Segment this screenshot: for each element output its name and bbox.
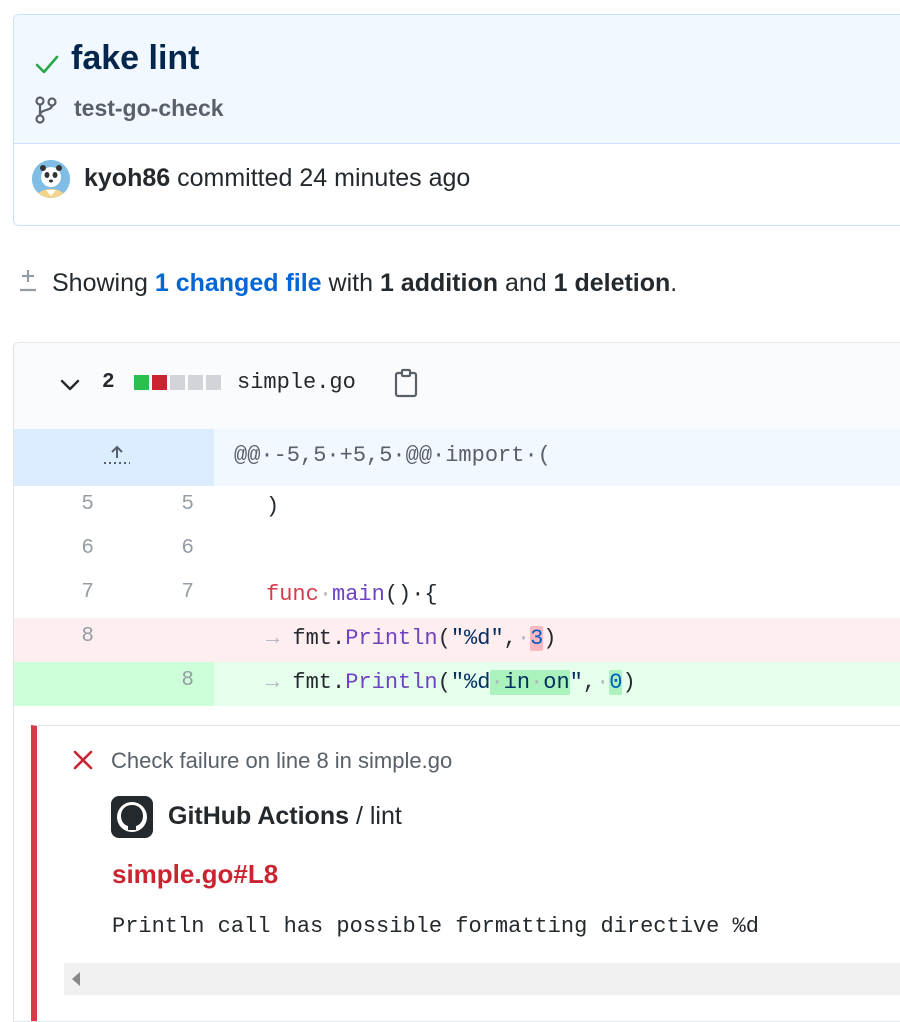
diffstat-count: 2 bbox=[102, 371, 115, 394]
diffstat-block bbox=[188, 375, 203, 390]
git-branch-icon bbox=[35, 96, 57, 124]
commit-header: fake lint test-go-check kyoh86 committed… bbox=[13, 14, 900, 226]
chevron-down-icon[interactable] bbox=[58, 373, 82, 397]
hunk-header: @@·-5,5·+5,5·@@·import·( bbox=[234, 443, 551, 468]
diffstat-block bbox=[170, 375, 185, 390]
horizontal-scrollbar[interactable] bbox=[64, 963, 900, 995]
clipboard-icon[interactable] bbox=[394, 368, 418, 398]
commit-meta-area: kyoh86 committed 24 minutes ago bbox=[14, 144, 900, 225]
file-diff: 2 simple.go @@·-5,5·+5,5·@@·import·( 5 5… bbox=[13, 342, 900, 1022]
toc-mid1: with bbox=[321, 269, 380, 297]
diff-line-added: 8 → fmt.Println("%d·in·on",·0) bbox=[14, 662, 900, 706]
expand-up-icon bbox=[104, 445, 130, 464]
diff-line: 6 6 bbox=[14, 530, 900, 574]
new-line-number[interactable]: 7 bbox=[154, 581, 194, 604]
keyword: func bbox=[266, 582, 319, 607]
expand-up-button[interactable] bbox=[14, 429, 214, 486]
code-rest: ()·{ bbox=[384, 582, 438, 607]
file-name[interactable]: simple.go bbox=[237, 370, 356, 395]
old-line-number[interactable]: 6 bbox=[54, 537, 94, 560]
code-line: → fmt.Println("%d",·3) bbox=[266, 626, 557, 651]
changed-files-link[interactable]: 1 changed file bbox=[155, 269, 322, 297]
commit-author[interactable]: kyoh86 bbox=[84, 164, 170, 192]
toc-prefix: Showing bbox=[52, 269, 155, 297]
commit-title: fake lint bbox=[71, 39, 200, 77]
deletions-count: 1 deletion bbox=[553, 269, 671, 297]
toc-suffix: . bbox=[670, 269, 678, 297]
old-line-number[interactable]: 5 bbox=[54, 493, 94, 516]
new-line-number[interactable]: 6 bbox=[154, 537, 194, 560]
check-icon bbox=[35, 55, 59, 74]
x-icon bbox=[73, 750, 93, 770]
check-name: / lint bbox=[349, 802, 402, 830]
new-line-number[interactable]: 8 bbox=[154, 669, 194, 692]
code-line: func·main()·{ bbox=[266, 582, 438, 607]
app-name[interactable]: GitHub Actions bbox=[168, 802, 349, 830]
code-line: ) bbox=[266, 494, 280, 519]
commit-meta: kyoh86 committed 24 minutes ago bbox=[84, 164, 470, 193]
commit-time[interactable]: 24 minutes ago bbox=[299, 164, 470, 192]
diff-summary-icon bbox=[20, 270, 36, 292]
code-line: → fmt.Println("%d·in·on",·0) bbox=[266, 670, 636, 695]
commit-title-area: fake lint test-go-check bbox=[14, 15, 900, 144]
avatar[interactable] bbox=[32, 160, 70, 198]
check-annotation: Check failure on line 8 in simple.go Git… bbox=[31, 725, 900, 1021]
github-logo-icon bbox=[111, 796, 153, 838]
diff-line: 7 7 func·main()·{ bbox=[14, 574, 900, 618]
old-line-number[interactable]: 8 bbox=[54, 625, 94, 648]
diff-line-deleted: 8 → fmt.Println("%d",·3) bbox=[14, 618, 900, 662]
diffstat-block bbox=[134, 375, 149, 390]
function-name: main bbox=[332, 582, 385, 607]
annotation-source: GitHub Actions / lint bbox=[168, 802, 402, 831]
additions-count: 1 addition bbox=[379, 269, 498, 297]
annotation-file-link[interactable]: simple.go#L8 bbox=[112, 859, 278, 890]
diffstat-block bbox=[206, 375, 221, 390]
diffstat-blocks bbox=[134, 375, 224, 393]
diffstat-block bbox=[152, 375, 167, 390]
toc-mid2: and bbox=[498, 269, 554, 297]
file-header: 2 simple.go bbox=[14, 343, 900, 430]
new-line-number[interactable]: 5 bbox=[154, 493, 194, 516]
annotation-message: Println call has possible formatting dir… bbox=[112, 914, 759, 939]
commit-action: committed bbox=[170, 164, 300, 192]
diff-line: 5 5 ) bbox=[14, 486, 900, 530]
old-line-number[interactable]: 7 bbox=[54, 581, 94, 604]
annotation-title: Check failure on line 8 in simple.go bbox=[111, 748, 453, 773]
avatar-image bbox=[32, 160, 70, 198]
branch-name[interactable]: test-go-check bbox=[74, 95, 224, 122]
hunk-header-row: @@·-5,5·+5,5·@@·import·( bbox=[14, 429, 900, 486]
diff-summary: Showing 1 changed file with 1 addition a… bbox=[52, 269, 677, 298]
scroll-left-icon[interactable] bbox=[72, 972, 80, 986]
